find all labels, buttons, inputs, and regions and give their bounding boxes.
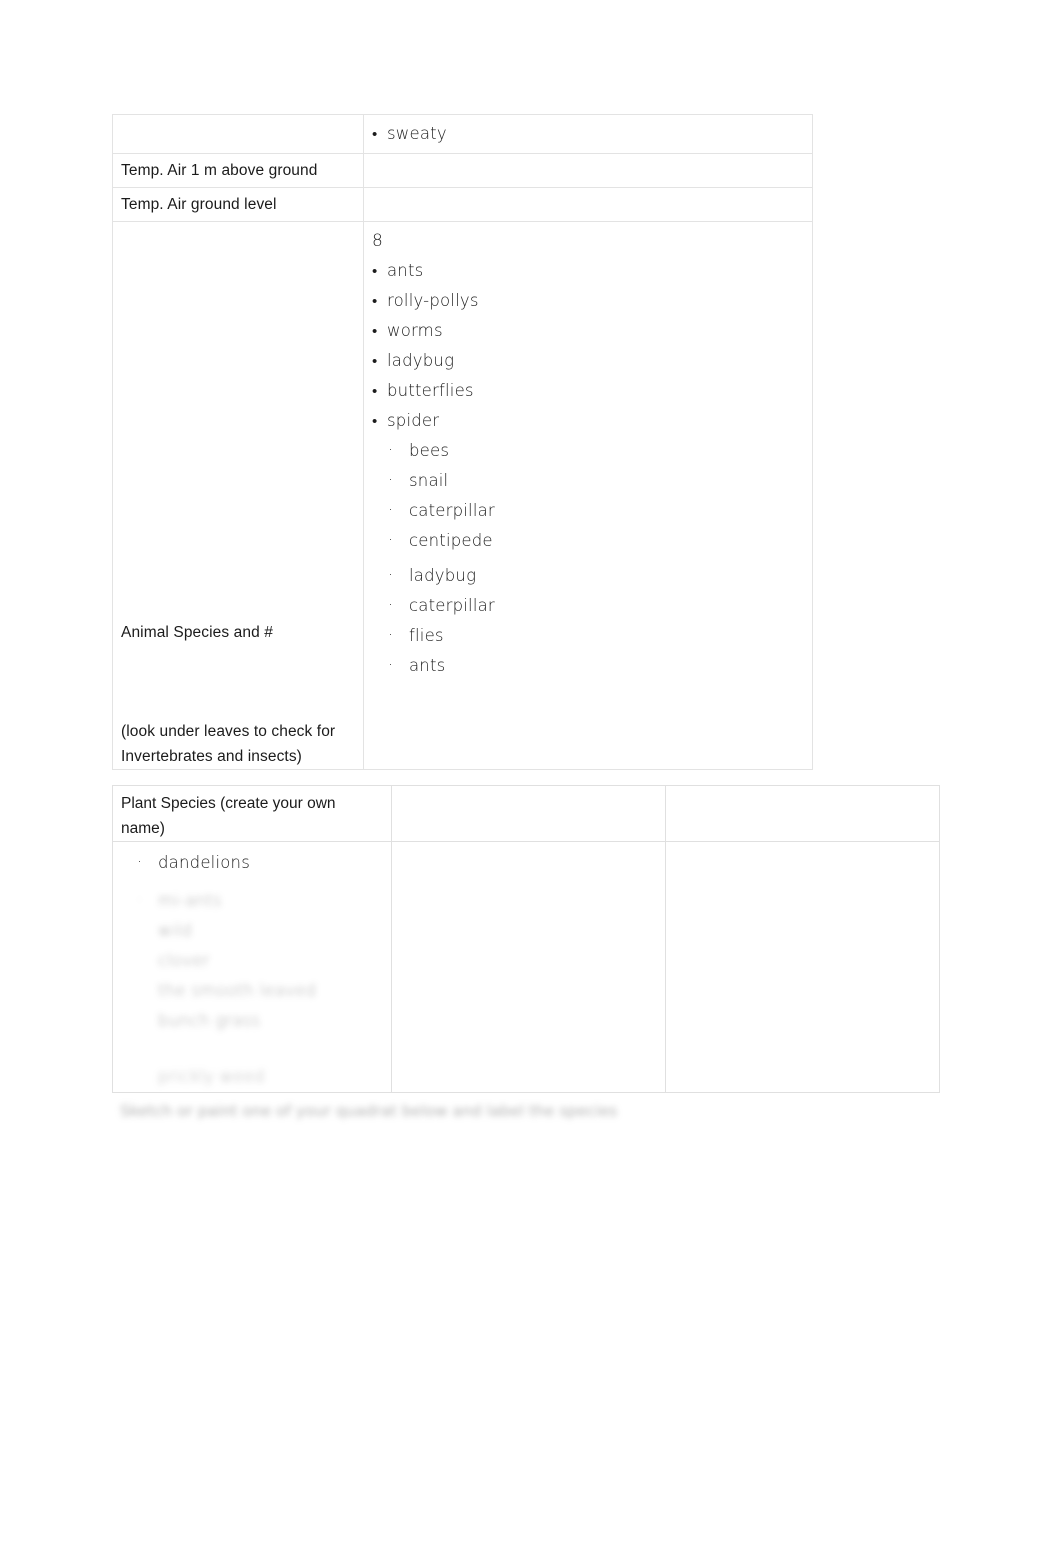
plant-answer-cell-3 xyxy=(665,841,940,1093)
plant-species-list: dandelions xyxy=(121,847,383,878)
list-item: spider xyxy=(372,406,804,436)
list-item: flies xyxy=(372,620,804,651)
list-item-redacted: mi‑ants xyxy=(121,885,383,916)
plant-header-cell-2 xyxy=(391,785,666,842)
list-item: worms xyxy=(372,316,804,346)
list-item: caterpillar xyxy=(372,495,804,526)
plant-species-table: Plant Species (create your own name) dan… xyxy=(112,785,940,1093)
redacted-text-block-5: prickly weed xyxy=(158,1067,265,1086)
animal-species-list: ants rolly-pollys worms ladybug butterfl… xyxy=(372,256,804,436)
row-value-cell-temp-ground xyxy=(363,187,813,222)
redacted-text-block-2: clover xyxy=(158,951,210,970)
answer-temp-ground-level xyxy=(364,188,812,221)
redacted-text-block-4: bunch grass xyxy=(158,1011,261,1030)
list-item: dandelions xyxy=(121,847,383,878)
animal-count: 8 xyxy=(372,231,384,251)
row-label-cell-animal-species: Animal Species and # (look under leaves … xyxy=(112,221,364,770)
plant-answer-cell-2 xyxy=(391,841,666,1093)
list-item: snail xyxy=(372,465,804,496)
list-item: ladybug xyxy=(372,346,804,376)
table-row: dandelions mi‑ants wild clover the smoot… xyxy=(112,841,940,1093)
label-animal-species: Animal Species and # xyxy=(121,624,273,641)
row-label-cell-temp-air-1m: Temp. Air 1 m above ground xyxy=(112,153,364,188)
list-item: ladybug xyxy=(372,560,804,591)
plant-header-cell-3 xyxy=(665,785,940,842)
row-value-cell-animal-species: 8 ants rolly-pollys worms ladybug butter… xyxy=(363,221,813,770)
table-row: Animal Species and # (look under leaves … xyxy=(112,221,813,770)
row-label-cell-temp-ground: Temp. Air ground level xyxy=(112,187,364,222)
plant-species-answer-cell: dandelions mi‑ants wild clover the smoot… xyxy=(112,841,392,1093)
plant-header-2-text xyxy=(392,786,665,791)
redacted-gap xyxy=(121,1036,383,1062)
label-temp-ground-level: Temp. Air ground level xyxy=(121,196,277,213)
list-item: bees xyxy=(372,435,804,466)
label-temp-air-1m: Temp. Air 1 m above ground xyxy=(121,162,318,179)
list-item: centipede xyxy=(372,525,804,556)
table-row: sweaty xyxy=(112,114,813,154)
list-item: rolly-pollys xyxy=(372,286,804,316)
plant-header-3-text xyxy=(666,786,939,791)
redacted-text-block-1: wild xyxy=(158,921,192,940)
list-item: butterflies xyxy=(372,376,804,406)
list-item: ants xyxy=(372,650,804,681)
plant-header-cell: Plant Species (create your own name) xyxy=(112,785,392,842)
label-animal-species-note: (look under leaves to check for Inverteb… xyxy=(121,723,336,765)
plant-species-list-redacted: mi‑ants xyxy=(121,885,383,916)
row-value-cell-temp-air-1m xyxy=(363,153,813,188)
list-item: ants xyxy=(372,256,804,286)
document-page: sweaty Temp. Air 1 m above ground Temp. … xyxy=(0,0,1062,1556)
animal-species-sublist-1: bees snail caterpillar centipede xyxy=(372,435,804,556)
animal-species-sublist-2: ladybug caterpillar flies ants xyxy=(372,560,804,681)
table-row: Temp. Air ground level xyxy=(112,187,813,222)
redacted-text-block-3: the smooth leaved xyxy=(158,981,316,1000)
answer-list-conditions: sweaty xyxy=(372,119,804,149)
row-label-cell-empty xyxy=(112,114,364,154)
table-row: Plant Species (create your own name) xyxy=(112,785,940,842)
table-row: Temp. Air 1 m above ground xyxy=(112,153,813,188)
plant-species-title: Plant Species (create your own name) xyxy=(121,795,336,837)
list-item: sweaty xyxy=(372,119,804,149)
list-item: caterpillar xyxy=(372,590,804,621)
row-label-blank xyxy=(113,115,363,123)
observation-table: sweaty Temp. Air 1 m above ground Temp. … xyxy=(112,114,813,770)
row-value-cell-sweaty: sweaty xyxy=(363,114,813,154)
answer-temp-air-1m xyxy=(364,154,812,187)
footer-redacted-caption: Sketch or paint one of your quadrat belo… xyxy=(120,1102,618,1120)
